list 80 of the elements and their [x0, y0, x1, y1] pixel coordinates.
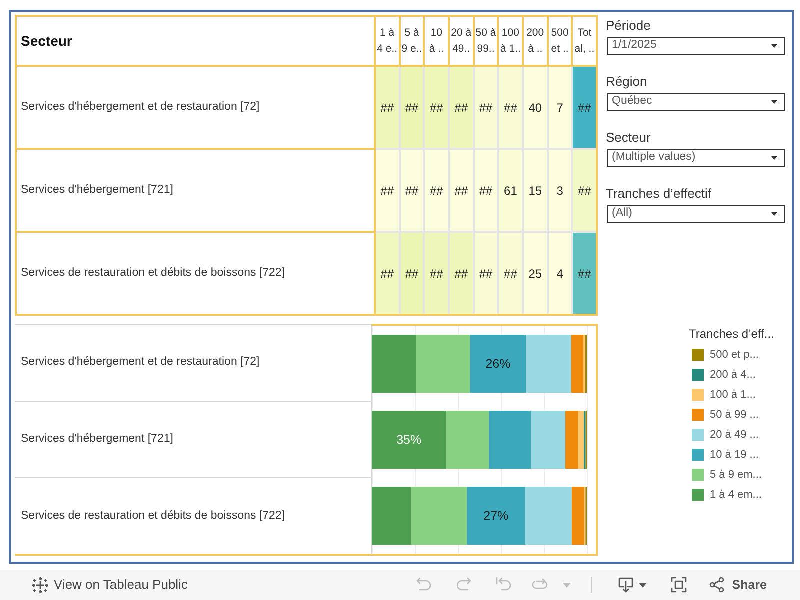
heat-cell: 15: [524, 150, 547, 231]
heat-cell: ##: [573, 67, 596, 148]
column-header: 100 à 1..: [499, 17, 524, 65]
heat-cell: ##: [376, 67, 399, 148]
heat-cell: ##: [450, 67, 473, 148]
caret-icon: [771, 44, 778, 48]
share-icon: [709, 577, 726, 593]
heat-cell: 3: [548, 150, 572, 231]
data-label: 35%: [396, 433, 422, 447]
column-header: 200 à ..: [524, 17, 549, 65]
undo-icon: [416, 577, 432, 593]
bar-segment: [467, 487, 526, 545]
heat-cell: ##: [499, 67, 522, 148]
column-header: 20 à 49..: [450, 17, 475, 65]
heat-cell: ##: [573, 150, 596, 231]
heat-cell: ##: [376, 150, 399, 231]
caret-icon: [639, 582, 648, 588]
heat-cell: ##: [400, 233, 424, 314]
filter-dropdown[interactable]: (All): [607, 205, 785, 223]
plus-cluster-icon: [32, 576, 49, 594]
redo-icon: [456, 577, 472, 593]
data-label: 27%: [484, 509, 509, 523]
legend-label: 1 à 4 em...: [710, 488, 762, 503]
bar-segment: [470, 335, 526, 393]
filter-dropdown[interactable]: Québec: [607, 93, 785, 111]
legend-label: 20 à 49 ...: [710, 428, 759, 443]
heat-cell: ##: [499, 233, 522, 314]
heat-cell: ##: [376, 233, 399, 314]
heat-cell: ##: [474, 233, 498, 314]
revert-icon: [496, 577, 512, 593]
heat-cell: ##: [400, 67, 424, 148]
legend-label: 200 à 4...: [710, 368, 756, 383]
column-header: 1 à 4 e..: [376, 17, 401, 65]
filter-label: Secteur: [606, 129, 652, 147]
caret-icon: [771, 212, 778, 216]
category-label: Services d'hébergement [721]: [21, 432, 174, 447]
bar-segment: [372, 335, 416, 393]
fullscreen-icon: [671, 577, 688, 593]
heat-cell: ##: [425, 233, 448, 314]
heat-cell: 40: [524, 67, 547, 148]
legend-label: 500 et p...: [710, 348, 759, 363]
column-header: 50 à 99..: [474, 17, 500, 65]
heat-cell: ##: [400, 150, 424, 231]
legend-label: 50 à 99 ...: [710, 408, 759, 423]
heat-cell: 25: [524, 233, 547, 314]
heat-cell: ##: [450, 150, 473, 231]
heat-cell: 61: [499, 150, 522, 231]
caret-icon: [563, 582, 572, 588]
legend-title: Tranches d’eff...: [689, 327, 776, 341]
legend-label: 5 à 9 em...: [710, 468, 762, 483]
column-header: 5 à 9 e..: [400, 17, 426, 65]
legend-label: 100 à 1...: [710, 388, 756, 403]
heat-cell: 7: [548, 67, 572, 148]
heat-cell: ##: [474, 67, 498, 148]
filter-label: Région: [606, 73, 648, 91]
category-label: Services d'hébergement et de restauration [72]: [21, 355, 260, 370]
bar-segment: [416, 335, 470, 393]
heat-cell: ##: [474, 150, 498, 231]
caret-icon: [771, 100, 778, 104]
download-icon: [618, 577, 634, 593]
category-label: Services de restauration et débits de boissons [722]: [21, 508, 286, 524]
column-header: 500 et ..: [548, 17, 574, 65]
view-on-tableau-link[interactable]: View on Tableau Public: [32, 575, 188, 595]
filter-label: Période: [606, 17, 652, 35]
heat-cell: ##: [425, 150, 448, 231]
heat-cell: ##: [425, 67, 448, 148]
data-label: 26%: [486, 357, 511, 371]
share-button[interactable]: Share: [705, 572, 767, 598]
column-header: Tot al, ..: [574, 26, 596, 57]
heat-cell: ##: [450, 233, 473, 314]
column-header: 10 à ..: [425, 17, 450, 65]
filter-dropdown[interactable]: (Multiple values): [607, 149, 785, 167]
column-header: Secteur: [17, 17, 376, 65]
filter-label: Tranches d’effectif: [606, 185, 712, 203]
filter-dropdown[interactable]: 1/1/2025: [607, 37, 785, 55]
bar-segment: [489, 411, 532, 469]
heat-cell: ##: [573, 233, 596, 314]
heat-cell: 4: [548, 233, 572, 314]
caret-icon: [771, 156, 778, 160]
legend-label: 10 à 19 ...: [710, 448, 759, 463]
